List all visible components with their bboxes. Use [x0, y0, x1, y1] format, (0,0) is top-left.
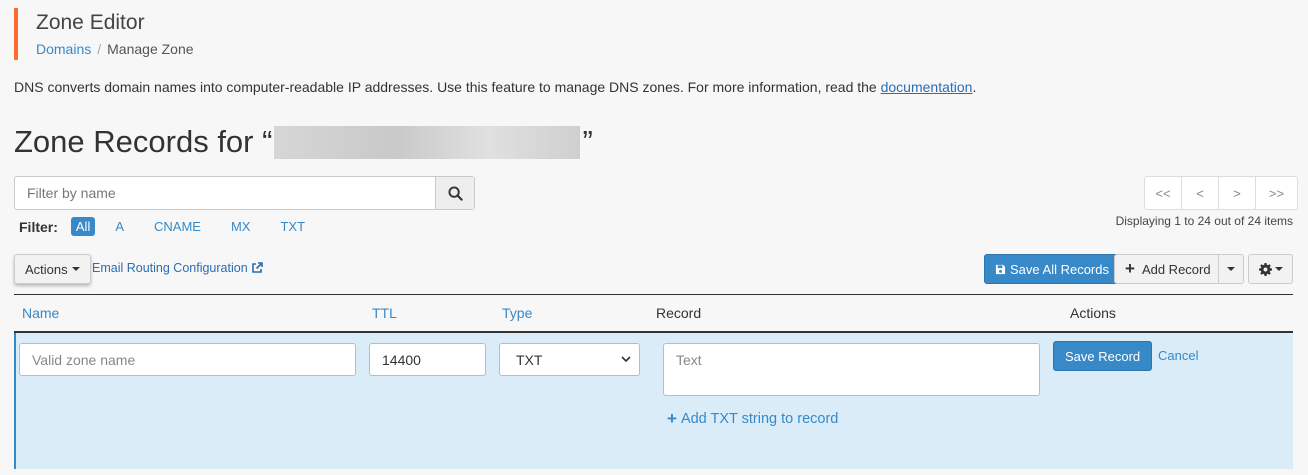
- redacted-domain-name: [274, 125, 581, 159]
- intro-description: DNS converts domain names into computer-…: [14, 79, 881, 95]
- settings-dropdown-button[interactable]: [1248, 254, 1293, 284]
- page-header: Zone Editor Domains / Manage Zone: [14, 8, 194, 60]
- chevron-down-icon: [621, 356, 631, 363]
- zone-name-input[interactable]: [19, 343, 356, 376]
- search-group: [14, 176, 475, 210]
- filter-cname[interactable]: CNAME: [149, 217, 206, 236]
- add-record-dropdown-toggle[interactable]: [1218, 254, 1244, 284]
- type-select[interactable]: TXT: [499, 343, 640, 376]
- intro-text: DNS converts domain names into computer-…: [14, 79, 976, 95]
- filter-a[interactable]: A: [110, 217, 129, 236]
- external-link-icon: [251, 262, 263, 273]
- column-header-name[interactable]: Name: [22, 305, 59, 321]
- actions-dropdown-button[interactable]: Actions: [14, 254, 91, 284]
- add-txt-label: Add TXT string to record: [680, 411, 839, 427]
- actions-label: Actions: [25, 261, 68, 277]
- breadcrumb-domains-link[interactable]: Domains: [36, 41, 91, 57]
- search-button[interactable]: [435, 177, 474, 209]
- table-header: Name TTL Type Record Actions: [14, 295, 1293, 333]
- breadcrumb-current: Manage Zone: [107, 41, 194, 57]
- save-record-button[interactable]: Save Record: [1053, 341, 1153, 371]
- pager-last-button[interactable]: >>: [1256, 177, 1297, 209]
- new-record-row: TXT Save Record Cancel + Add TXT string …: [14, 333, 1293, 469]
- type-select-value: TXT: [516, 351, 543, 368]
- zone-records-heading: Zone Records for “ ”: [14, 124, 593, 160]
- email-routing-label: Email Routing Configuration: [92, 261, 248, 275]
- breadcrumb-separator: /: [97, 41, 102, 57]
- search-icon: [447, 185, 463, 201]
- column-header-record: Record: [656, 305, 702, 321]
- filter-all[interactable]: All: [70, 217, 96, 236]
- plus-icon: +: [667, 409, 677, 428]
- documentation-link[interactable]: documentation: [881, 79, 973, 95]
- add-record-label: Add Record: [1141, 261, 1211, 277]
- zone-heading-prefix: Zone Records for “: [14, 124, 273, 159]
- caret-down-icon: [71, 267, 80, 271]
- breadcrumb: Domains / Manage Zone: [36, 41, 194, 57]
- column-header-type[interactable]: Type: [502, 305, 532, 321]
- pager-first-button[interactable]: <<: [1145, 177, 1182, 209]
- pager-prev-button[interactable]: <: [1182, 177, 1219, 209]
- zone-records-table: Name TTL Type Record Actions TXT Save Re…: [14, 294, 1293, 475]
- filter-label: Filter:: [19, 218, 58, 235]
- gear-icon: [1258, 262, 1272, 276]
- floppy-disk-icon: [995, 264, 1006, 274]
- intro-suffix: .: [972, 79, 977, 95]
- column-header-actions: Actions: [1070, 305, 1116, 321]
- column-header-ttl[interactable]: TTL: [372, 305, 397, 321]
- page-title: Zone Editor: [36, 11, 145, 34]
- cancel-link[interactable]: Cancel: [1158, 348, 1198, 363]
- add-record-button[interactable]: + Add Record: [1114, 254, 1219, 284]
- plus-icon: +: [1125, 259, 1135, 278]
- filter-txt[interactable]: TXT: [275, 217, 310, 236]
- save-all-records-button[interactable]: Save All Records: [984, 254, 1120, 284]
- displaying-count: Displaying 1 to 24 out of 24 items: [1115, 214, 1293, 228]
- ttl-input[interactable]: [369, 343, 486, 376]
- pager-next-button[interactable]: >: [1219, 177, 1256, 209]
- zone-heading-suffix: ”: [582, 124, 593, 159]
- record-text-input[interactable]: [663, 343, 1040, 396]
- filter-mx[interactable]: MX: [226, 217, 256, 236]
- caret-down-icon: [1227, 267, 1235, 271]
- email-routing-link[interactable]: Email Routing Configuration: [92, 261, 263, 275]
- add-txt-string-link[interactable]: + Add TXT string to record: [667, 409, 838, 429]
- filter-by-name-input[interactable]: [15, 177, 435, 209]
- filter-row: Filter: All A CNAME MX TXT: [19, 217, 330, 236]
- save-all-label: Save All Records: [1010, 261, 1109, 277]
- pagination: << < > >>: [1144, 176, 1298, 210]
- caret-down-icon: [1274, 267, 1283, 271]
